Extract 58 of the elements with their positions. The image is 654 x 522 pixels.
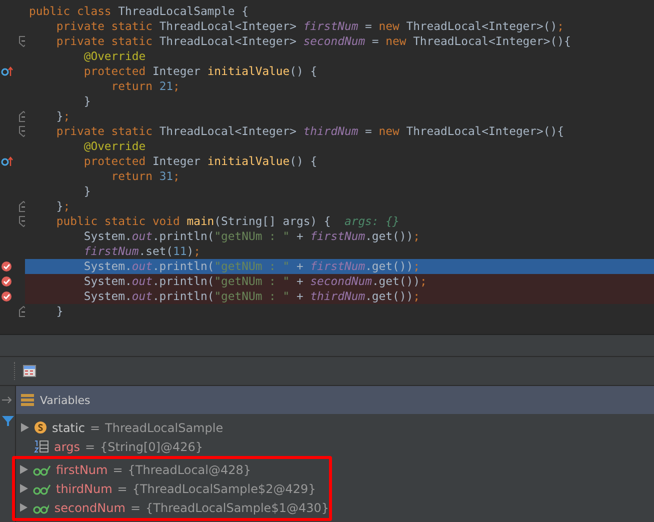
- code-line: private static ThreadLocal<Integer> firstNum = new ThreadLocal<Integer>();: [55, 19, 565, 34]
- code-line: private static ThreadLocal<Integer> secondNum = new ThreadLocal<Integer>(){: [55, 34, 572, 49]
- code-line: @Override: [82, 139, 147, 154]
- fold-marker-icon[interactable]: [19, 201, 25, 212]
- code-line: protected Integer initialValue() {: [82, 154, 318, 169]
- arrow-icon[interactable]: [2, 396, 14, 404]
- code-line: public class ThreadLocalSample {: [28, 4, 250, 19]
- code-line: return 31;: [110, 169, 181, 184]
- code-line: }: [55, 304, 64, 319]
- breakpoint-icon[interactable]: [1, 261, 12, 272]
- fold-marker-icon[interactable]: [19, 126, 25, 137]
- variable-value: ThreadLocalSample: [105, 420, 224, 434]
- variable-name: secondNum: [54, 500, 126, 514]
- code-line: }: [82, 184, 92, 199]
- funnel-icon[interactable]: [2, 416, 14, 426]
- fold-marker-icon[interactable]: [19, 216, 25, 227]
- code-line: };: [55, 109, 72, 124]
- equals-sign: =: [112, 462, 123, 476]
- glasses-icon: [33, 482, 51, 494]
- variable-value: {String[0]@426}: [100, 440, 203, 454]
- equals-sign: =: [117, 482, 128, 496]
- variable-value: {ThreadLocal@428}: [128, 462, 252, 476]
- fold-marker-icon[interactable]: [19, 306, 25, 317]
- expand-arrow-icon[interactable]: [21, 423, 29, 432]
- static-icon: [34, 421, 47, 434]
- code-line: public static void main(String[] args) { args: {}: [55, 214, 400, 229]
- fold-marker-icon[interactable]: [19, 36, 25, 47]
- breakpoint-icon[interactable]: [1, 276, 12, 287]
- code-line: System.out.println("getNUm : " + firstNum.get());: [82, 229, 421, 244]
- override-icon[interactable]: [1, 156, 13, 167]
- code-line: protected Integer initialValue() {: [82, 64, 318, 79]
- fold-marker-icon[interactable]: [19, 111, 25, 122]
- glasses-icon: [33, 464, 51, 476]
- equals-sign: =: [90, 420, 100, 434]
- code-line: }: [82, 94, 92, 109]
- variable-value: {ThreadLocalSample$2@429}: [132, 482, 316, 496]
- override-icon[interactable]: [1, 66, 13, 77]
- equals-sign: =: [130, 500, 140, 514]
- variable-value: {ThreadLocalSample$1@430}: [146, 500, 329, 514]
- code-line: @Override: [82, 49, 147, 64]
- glasses-icon: [32, 502, 50, 514]
- variable-name: args: [54, 440, 80, 454]
- code-line: return 21;: [110, 79, 181, 94]
- variable-name: thirdNum: [56, 482, 112, 496]
- equals-sign: =: [84, 440, 96, 454]
- table-icon[interactable]: [23, 365, 36, 377]
- code-line: private static ThreadLocal<Integer> thirdNum = new ThreadLocal<Integer>(){: [55, 124, 565, 139]
- variable-name: static: [52, 420, 85, 434]
- code-line: };: [55, 199, 72, 214]
- expand-arrow-icon[interactable]: [20, 484, 28, 493]
- expand-arrow-icon[interactable]: [20, 465, 28, 474]
- variables-title: Variables: [40, 394, 90, 406]
- expand-arrow-icon[interactable]: [20, 503, 28, 512]
- list-icon: [21, 394, 34, 406]
- variable-name: firstNum: [56, 462, 108, 476]
- code-line: firstNum.set(11);: [82, 244, 202, 259]
- array-icon: [34, 440, 49, 453]
- breakpoint-icon[interactable]: [1, 291, 12, 302]
